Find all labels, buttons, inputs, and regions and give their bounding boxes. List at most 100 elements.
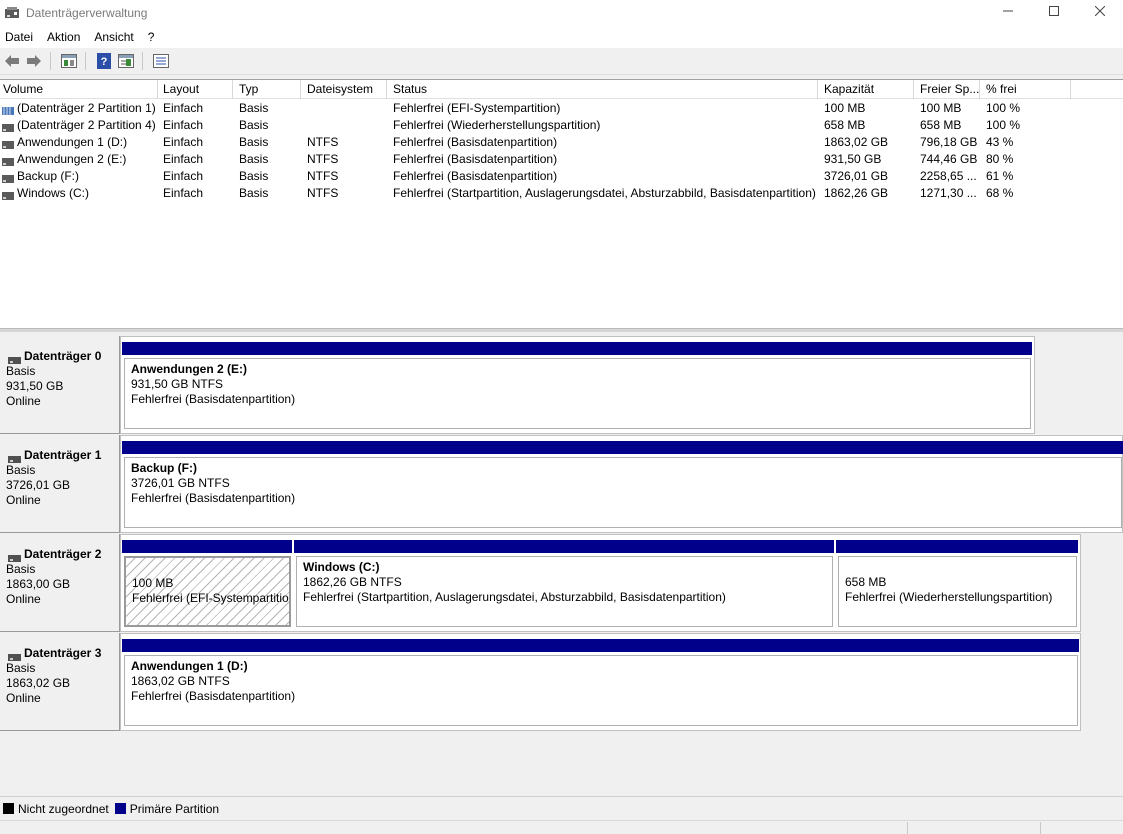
cell-status: Fehlerfrei (EFI-Systempartition) [393, 101, 561, 115]
toolbar: ? [0, 48, 1123, 75]
menu-help[interactable]: ? [143, 30, 160, 44]
cell-volume: Anwendungen 1 (D:) [17, 135, 128, 149]
cell-fs: NTFS [307, 135, 339, 149]
legend-item-primary: Primäre Partition [114, 802, 219, 816]
help-icon[interactable]: ? [94, 51, 114, 71]
menu-aktion[interactable]: Aktion [42, 30, 85, 44]
cell-free: 2258,65 ... [920, 169, 977, 183]
legend-label: Nicht zugeordnet [18, 801, 109, 816]
cell-pct: 43 % [986, 135, 1014, 149]
partition-name: Anwendungen 1 (D:) [131, 659, 248, 673]
disk-2-label[interactable]: Datenträger 2 Basis 1863,00 GB Online [0, 534, 120, 632]
status-bar [0, 820, 1123, 834]
partition-recovery[interactable]: 658 MB Fehlerfrei (Wiederherstellungspar… [836, 540, 1078, 629]
cell-layout: Einfach [163, 186, 204, 200]
partition-size: 931,50 GB NTFS [131, 377, 224, 391]
list-item[interactable]: (Datenträger 2 Partition 4) Einfach Basis F… [0, 117, 1123, 134]
cell-capacity: 1863,02 GB [824, 135, 889, 149]
toolbar-separator [142, 52, 143, 70]
disk-name: Datenträger 0 [24, 349, 102, 363]
cell-pct: 61 % [986, 169, 1014, 183]
disk-0-label[interactable]: Datenträger 0 Basis 931,50 GB Online [0, 336, 120, 434]
partition-windows[interactable]: Windows (C:) 1862,26 GB NTFS Fehlerfrei … [294, 540, 834, 629]
disk-1-label[interactable]: Datenträger 1 Basis 3726,01 GB Online [0, 435, 120, 533]
menu-bar: Datei Aktion Ansicht ? [0, 26, 1123, 48]
cell-free: 1271,30 ... [920, 186, 977, 200]
cell-type: Basis [239, 169, 269, 183]
volume-icon [2, 172, 14, 183]
close-icon[interactable] [1077, 0, 1123, 22]
menu-ansicht[interactable]: Ansicht [89, 30, 138, 44]
cell-volume: Windows (C:) [17, 186, 90, 200]
primary-partition-bar [122, 441, 1123, 454]
partition-name: Anwendungen 2 (E:) [131, 362, 247, 376]
back-arrow-icon[interactable] [2, 51, 22, 71]
status-separator [907, 822, 908, 834]
partition-name: Windows (C:) [303, 560, 380, 574]
partition-status: Fehlerfrei (Wiederherstellungspartition) [845, 590, 1053, 604]
cell-capacity: 100 MB [824, 101, 866, 115]
list-item[interactable]: Windows (C:) Einfach Basis NTFS Fehlerfrei (… [0, 185, 1123, 202]
column-header-volume[interactable]: Volume [0, 80, 158, 99]
disk-state: Online [6, 493, 41, 507]
striped-volume-icon [2, 104, 14, 115]
partition-name [132, 561, 283, 576]
disk-type: Basis [6, 463, 36, 477]
cell-status: Fehlerfrei (Basisdatenpartition) [393, 135, 558, 149]
menu-datei[interactable]: Datei [0, 30, 38, 44]
column-header-typ[interactable]: Typ [233, 80, 301, 99]
disk-management-icon [4, 5, 20, 21]
list-item[interactable]: Backup (F:) Einfach Basis NTFS Fehlerfrei (B… [0, 168, 1123, 185]
cell-status: Fehlerfrei (Startpartition, Auslagerungs… [393, 186, 816, 200]
window-title: Datenträgerverwaltung [26, 6, 148, 20]
partition-status: Fehlerfrei (Basisdatenpartition) [131, 689, 296, 703]
column-header-layout[interactable]: Layout [158, 80, 233, 99]
partition-anwendungen-2[interactable]: Anwendungen 2 (E:) 931,50 GB NTFS Fehler… [122, 342, 1032, 431]
cell-type: Basis [239, 186, 269, 200]
partition-size: 658 MB [845, 575, 887, 589]
primary-partition-bar [294, 540, 834, 553]
column-header-kapazitaet[interactable]: Kapazität [818, 80, 914, 99]
volume-icon [2, 138, 14, 149]
disk-3-label[interactable]: Datenträger 3 Basis 1863,02 GB Online [0, 633, 120, 731]
console-tree-icon[interactable] [116, 51, 136, 71]
forward-arrow-icon[interactable] [24, 51, 44, 71]
partition-name [845, 560, 1070, 575]
volume-icon [2, 155, 14, 166]
partition-size: 1862,26 GB NTFS [303, 575, 402, 589]
primary-partition-bar [122, 540, 292, 553]
column-header-dateisystem[interactable]: Dateisystem [301, 80, 387, 99]
disk-size: 3726,01 GB [6, 478, 71, 492]
cell-pct: 100 % [986, 101, 1021, 115]
list-item[interactable]: Anwendungen 1 (D:) Einfach Basis NTFS Fehler… [0, 134, 1123, 151]
disk-graphical-view: Datenträger 0 Basis 931,50 GB Online Anw… [0, 332, 1123, 796]
legend-swatch [3, 803, 14, 814]
column-header-status[interactable]: Status [387, 80, 818, 99]
partition-anwendungen-1[interactable]: Anwendungen 1 (D:) 1863,02 GB NTFS Fehle… [122, 639, 1079, 728]
disk-name: Datenträger 1 [24, 448, 102, 462]
list-item[interactable]: Anwendungen 2 (E:) Einfach Basis NTFS Fehler… [0, 151, 1123, 168]
cell-type: Basis [239, 135, 269, 149]
partition-body: Backup (F:) 3726,01 GB NTFS Fehlerfrei (… [124, 457, 1122, 528]
cell-layout: Einfach [163, 152, 204, 166]
properties-icon[interactable] [59, 51, 79, 71]
list-item[interactable]: (Datenträger 2 Partition 1) Einfach Basis F… [0, 100, 1123, 117]
partition-backup[interactable]: Backup (F:) 3726,01 GB NTFS Fehlerfrei (… [122, 441, 1123, 530]
partition-status: Fehlerfrei (EFI-Systempartition) [132, 591, 291, 605]
list-view-icon[interactable] [151, 51, 171, 71]
disk-icon [8, 353, 21, 364]
primary-partition-bar [122, 342, 1032, 355]
cell-pct: 68 % [986, 186, 1014, 200]
cell-free: 658 MB [920, 118, 962, 132]
column-header-prozent-frei[interactable]: % frei [980, 80, 1071, 99]
maximize-icon[interactable] [1031, 0, 1077, 22]
minimize-icon[interactable] [985, 0, 1031, 22]
disk-name: Datenträger 2 [24, 547, 102, 561]
disk-type: Basis [6, 562, 36, 576]
partition-name: Backup (F:) [131, 461, 197, 475]
partition-efi-system[interactable]: 100 MB Fehlerfrei (EFI-Systempartition) [122, 540, 292, 629]
column-header-freier-speicher[interactable]: Freier Sp... [914, 80, 980, 99]
volume-icon [2, 189, 14, 200]
cell-volume: Anwendungen 2 (E:) [17, 152, 127, 166]
cell-layout: Einfach [163, 135, 204, 149]
